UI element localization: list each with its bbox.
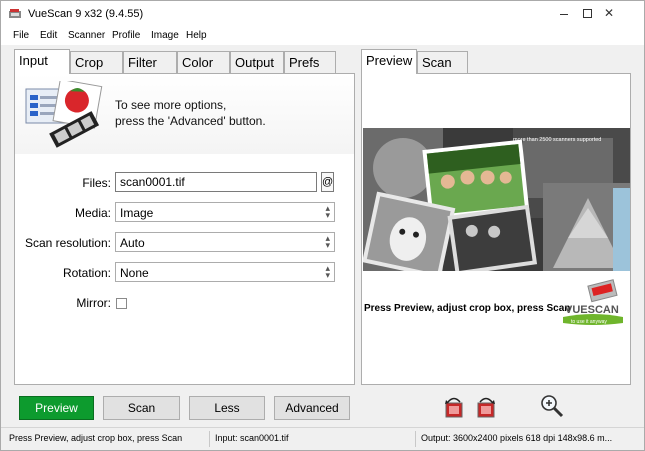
tab-prefs[interactable]: Prefs [284,51,336,74]
menu-bar: File Edit Scanner Profile Image Help [1,27,644,45]
tab-output[interactable]: Output [230,51,284,74]
minimize-button[interactable] [554,5,574,21]
zoom-in-icon[interactable] [539,393,565,419]
tab-color[interactable]: Color [177,51,230,74]
select-arrows-icon: ▴ ▾ [325,263,330,280]
tab-crop[interactable]: Crop [70,51,123,74]
resolution-select[interactable]: Auto ▴ ▾ [115,232,335,252]
mirror-checkbox[interactable] [116,298,127,309]
title-bar: VueScan 9 x32 (9.4.55) ✕ [1,1,644,27]
app-window: VueScan 9 x32 (9.4.55) ✕ File Edit Scann… [0,0,645,451]
rotation-select[interactable]: None ▴ ▾ [115,262,335,282]
tab-preview[interactable]: Preview [361,49,417,74]
vuescan-logo: VUESCAN to use it anyway [563,279,623,325]
maximize-button[interactable] [577,5,597,21]
advanced-button[interactable]: Advanced [274,396,350,420]
media-value: Image [120,206,154,220]
status-divider [209,431,210,447]
hint-line-2: press the 'Advanced' button. [115,114,266,128]
scan-button[interactable]: Scan [103,396,180,420]
logo-tagline: to use it anyway [571,319,607,325]
advanced-hint: To see more options, press the 'Advanced… [115,97,266,129]
preview-button[interactable]: Preview [19,396,94,420]
select-arrows-icon: ▴ ▾ [325,233,330,250]
close-button[interactable]: ✕ [599,5,619,21]
status-output: Output: 3600x2400 pixels 618 dpi 148x98.… [421,433,613,443]
rotation-value: None [120,266,149,280]
files-browse-button[interactable]: @ [321,172,334,192]
photos-film-icon [25,81,103,148]
menu-help[interactable]: Help [186,30,207,41]
less-button[interactable]: Less [189,396,265,420]
hint-line-1: To see more options, [115,98,227,112]
tab-filter[interactable]: Filter [123,51,177,74]
menu-profile[interactable]: Profile [112,30,140,41]
files-input[interactable] [115,172,317,192]
files-label: Files: [82,176,111,190]
tab-scan[interactable]: Scan [417,51,468,74]
vuescan-app-icon [9,9,21,18]
resolution-value: Auto [120,236,145,250]
rotate-right-icon[interactable] [474,395,498,419]
rotation-label: Rotation: [62,266,111,280]
select-arrows-icon: ▴ ▾ [325,203,330,220]
menu-file[interactable]: File [13,30,29,41]
preview-banner-text: more than 2500 scanners supported [513,137,601,143]
status-input: Input: scan0001.tif [215,433,289,443]
menu-edit[interactable]: Edit [40,30,57,41]
resolution-label: Scan resolution: [24,236,111,250]
tab-input[interactable]: Input [14,49,70,74]
media-label: Media: [74,206,111,220]
media-select[interactable]: Image ▴ ▾ [115,202,335,222]
status-divider [415,431,416,447]
status-hint: Press Preview, adjust crop box, press Sc… [9,433,183,443]
preview-collage-image: more than 2500 scanners supported [363,128,630,271]
status-bar: Press Preview, adjust crop box, press Sc… [1,427,644,450]
mirror-label: Mirror: [76,296,111,310]
window-title: VueScan 9 x32 (9.4.55) [28,8,144,20]
rotate-left-icon[interactable] [442,395,466,419]
menu-scanner[interactable]: Scanner [68,30,105,41]
preview-caption: Press Preview, adjust crop box, press Sc… [364,303,571,314]
menu-image[interactable]: Image [151,30,179,41]
